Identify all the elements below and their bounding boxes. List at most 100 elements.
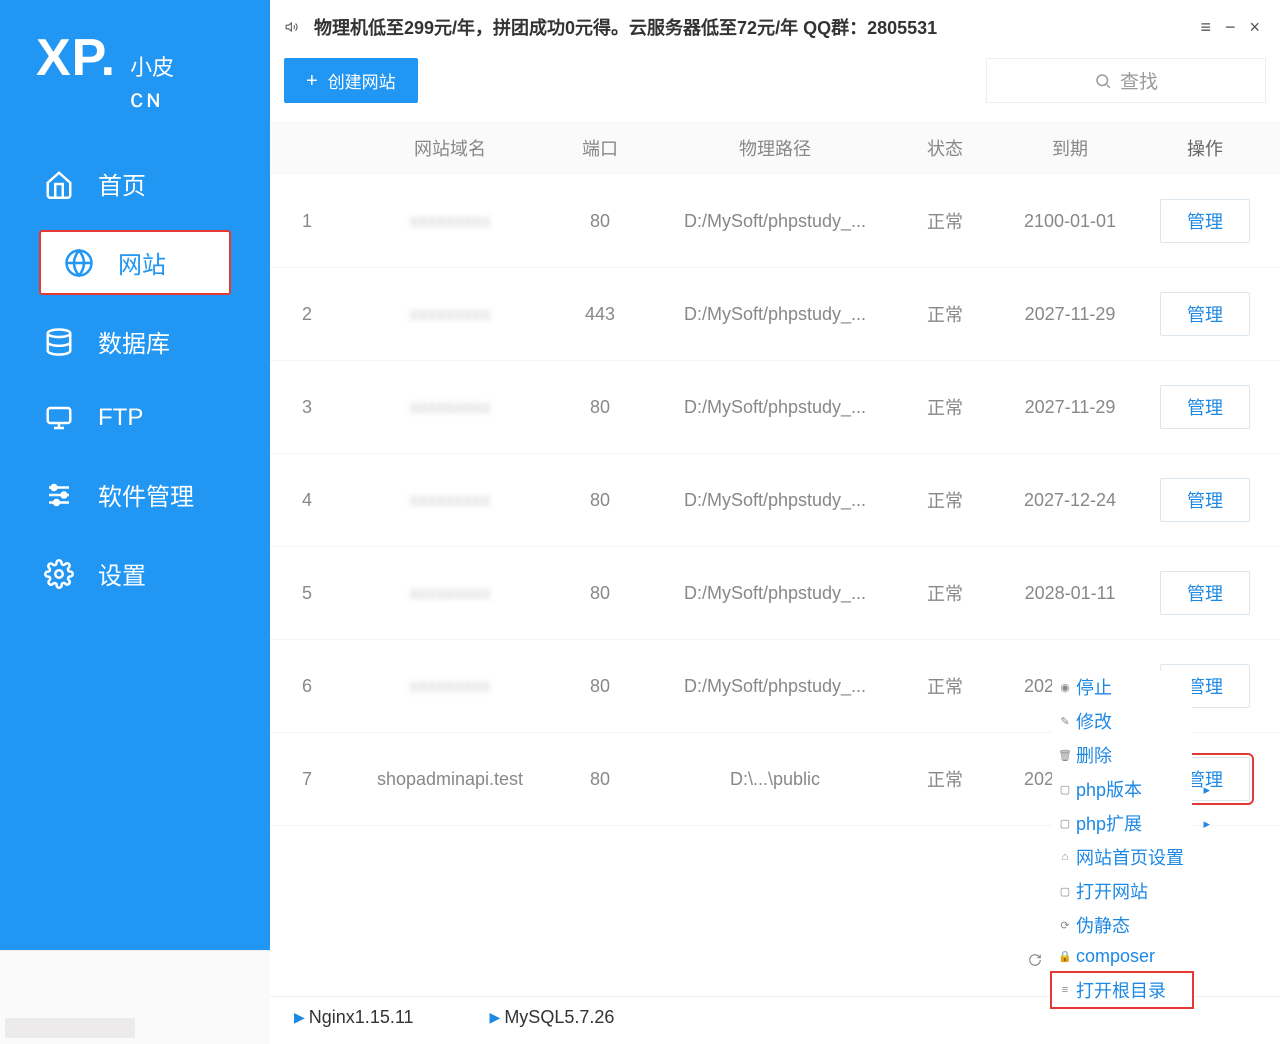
cell-status: 正常 xyxy=(900,580,990,606)
sidebar-item-label: 首页 xyxy=(98,166,146,201)
header-expire: 到期 xyxy=(990,135,1150,161)
manage-button[interactable]: 管理 xyxy=(1160,478,1250,522)
search-icon xyxy=(1094,72,1112,90)
sidebar-item-software[interactable]: 软件管理 xyxy=(0,455,270,534)
cell-port: 80 xyxy=(550,583,650,604)
close-button[interactable]: × xyxy=(1249,17,1260,38)
manage-button[interactable]: 管理 xyxy=(1160,199,1250,243)
sidebar-item-settings[interactable]: 设置 xyxy=(0,534,270,613)
cell-path: D:/MySoft/phpstudy_... xyxy=(650,304,900,325)
sidebar: XP. 小皮 ᴄɴ 首页 网站 xyxy=(0,0,270,1044)
search-input[interactable]: 查找 xyxy=(986,58,1266,103)
sliders-icon xyxy=(44,480,74,510)
cell-index: 5 xyxy=(290,583,350,604)
sidebar-item-ftp[interactable]: FTP xyxy=(0,381,270,455)
cell-domain: shopadminapi.test xyxy=(350,769,550,790)
table-row[interactable]: 2xxxxxxxxx443D:/MySoft/phpstudy_...正常202… xyxy=(270,268,1280,361)
cell-status: 正常 xyxy=(900,394,990,420)
header-path: 物理路径 xyxy=(650,135,900,161)
window-controls: ≡ − × xyxy=(1200,17,1260,38)
sidebar-item-label: 网站 xyxy=(118,245,166,280)
promo-text: 物理机低至299元/年，拼团成功0元得。云服务器低至72元/年 QQ群：2805… xyxy=(314,14,1186,40)
cell-status: 正常 xyxy=(900,487,990,513)
ctx-open-root[interactable]: ≡打开根目录 xyxy=(1052,973,1192,1007)
ctx-php-version[interactable]: ▢php版本▸ xyxy=(1052,772,1192,806)
status-nginx[interactable]: ▶ Nginx1.15.11 xyxy=(294,1007,414,1028)
sidebar-item-website[interactable]: 网站 xyxy=(40,231,230,294)
cell-ops: 管理 xyxy=(1150,199,1260,243)
refresh-icon[interactable] xyxy=(1028,953,1042,967)
cell-port: 80 xyxy=(550,769,650,790)
lock-icon: 🔒 xyxy=(1058,950,1072,964)
cell-status: 正常 xyxy=(900,208,990,234)
menu-icon[interactable]: ≡ xyxy=(1200,17,1211,38)
ctx-edit[interactable]: ✎修改 xyxy=(1052,704,1192,738)
cell-status: 正常 xyxy=(900,766,990,792)
chevron-right-icon: ▸ xyxy=(1203,782,1210,798)
ext-icon: ▢ xyxy=(1058,816,1072,830)
cell-domain: xxxxxxxxx xyxy=(350,211,550,232)
ctx-homepage[interactable]: ⌂网站首页设置 xyxy=(1052,840,1192,874)
logo-xp: XP. xyxy=(36,28,116,88)
cell-index: 3 xyxy=(290,397,350,418)
chevron-right-icon: ▸ xyxy=(1203,816,1210,832)
sidebar-item-label: 软件管理 xyxy=(98,477,194,512)
table-row[interactable]: 1xxxxxxxxx80D:/MySoft/phpstudy_...正常2100… xyxy=(270,175,1280,268)
manage-button[interactable]: 管理 xyxy=(1160,292,1250,336)
ctx-stop[interactable]: ◉停止 xyxy=(1052,670,1192,704)
sidebar-item-label: 设置 xyxy=(98,556,146,591)
cell-domain: xxxxxxxxx xyxy=(350,676,550,697)
globe-icon xyxy=(64,248,94,278)
search-placeholder: 查找 xyxy=(1120,67,1158,94)
toolbar: + 创建网站 查找 xyxy=(270,46,1280,121)
gear-icon xyxy=(44,559,74,589)
table-row[interactable]: 3xxxxxxxxx80D:/MySoft/phpstudy_...正常2027… xyxy=(270,361,1280,454)
header-port: 端口 xyxy=(550,135,650,161)
cell-domain: xxxxxxxxx xyxy=(350,490,550,511)
cell-status: 正常 xyxy=(900,673,990,699)
cell-ops: 管理 xyxy=(1150,292,1260,336)
manage-button[interactable]: 管理 xyxy=(1160,385,1250,429)
cell-ops: 管理 xyxy=(1150,571,1260,615)
status-mysql[interactable]: ▶ MySQL5.7.26 xyxy=(490,1007,615,1028)
open-icon: ▢ xyxy=(1058,884,1072,898)
cell-path: D:/MySoft/phpstudy_... xyxy=(650,211,900,232)
cell-expire: 2027-11-29 xyxy=(990,397,1150,418)
ctx-php-ext[interactable]: ▢php扩展▸ xyxy=(1052,806,1192,840)
cell-expire: 2027-11-29 xyxy=(990,304,1150,325)
table-header: 网站域名 端口 物理路径 状态 到期 操作 xyxy=(270,121,1280,175)
cell-port: 80 xyxy=(550,676,650,697)
cell-path: D:/MySoft/phpstudy_... xyxy=(650,676,900,697)
cell-index: 4 xyxy=(290,490,350,511)
minimize-button[interactable]: − xyxy=(1225,17,1236,38)
create-website-button[interactable]: + 创建网站 xyxy=(284,58,418,103)
table-row[interactable]: 5xxxxxxxxx80D:/MySoft/phpstudy_...正常2028… xyxy=(270,547,1280,640)
edit-icon: ✎ xyxy=(1058,714,1072,728)
folder-icon: ≡ xyxy=(1058,983,1072,997)
trash-icon: 🗑 xyxy=(1058,748,1072,762)
cell-domain: xxxxxxxxx xyxy=(350,304,550,325)
cell-ops: 管理 xyxy=(1150,478,1260,522)
home-icon xyxy=(44,169,74,199)
ctx-composer[interactable]: 🔒composer xyxy=(1052,942,1192,971)
database-icon xyxy=(44,327,74,357)
ctx-delete[interactable]: 🗑删除 xyxy=(1052,738,1192,772)
play-icon: ▶ xyxy=(294,1009,305,1026)
ctx-open-site[interactable]: ▢打开网站 xyxy=(1052,874,1192,908)
cell-port: 80 xyxy=(550,397,650,418)
static-icon: ⟳ xyxy=(1058,918,1072,932)
sidebar-item-home[interactable]: 首页 xyxy=(0,144,270,223)
bottom-tray xyxy=(0,950,300,1044)
topbar: 物理机低至299元/年，拼团成功0元得。云服务器低至72元/年 QQ群：2805… xyxy=(270,0,1280,46)
cell-ops: 管理 xyxy=(1150,385,1260,429)
php-icon: ▢ xyxy=(1058,782,1072,796)
stop-icon: ◉ xyxy=(1058,680,1072,694)
manage-button[interactable]: 管理 xyxy=(1160,571,1250,615)
cell-index: 1 xyxy=(290,211,350,232)
cell-index: 7 xyxy=(290,769,350,790)
context-menu: ◉停止 ✎修改 🗑删除 ▢php版本▸ ▢php扩展▸ ⌂网站首页设置 ▢打开网… xyxy=(1052,670,1192,1007)
ctx-rewrite[interactable]: ⟳伪静态 xyxy=(1052,908,1192,942)
table-row[interactable]: 4xxxxxxxxx80D:/MySoft/phpstudy_...正常2027… xyxy=(270,454,1280,547)
nav: 首页 网站 数据库 FTP xyxy=(0,144,270,613)
sidebar-item-database[interactable]: 数据库 xyxy=(0,302,270,381)
